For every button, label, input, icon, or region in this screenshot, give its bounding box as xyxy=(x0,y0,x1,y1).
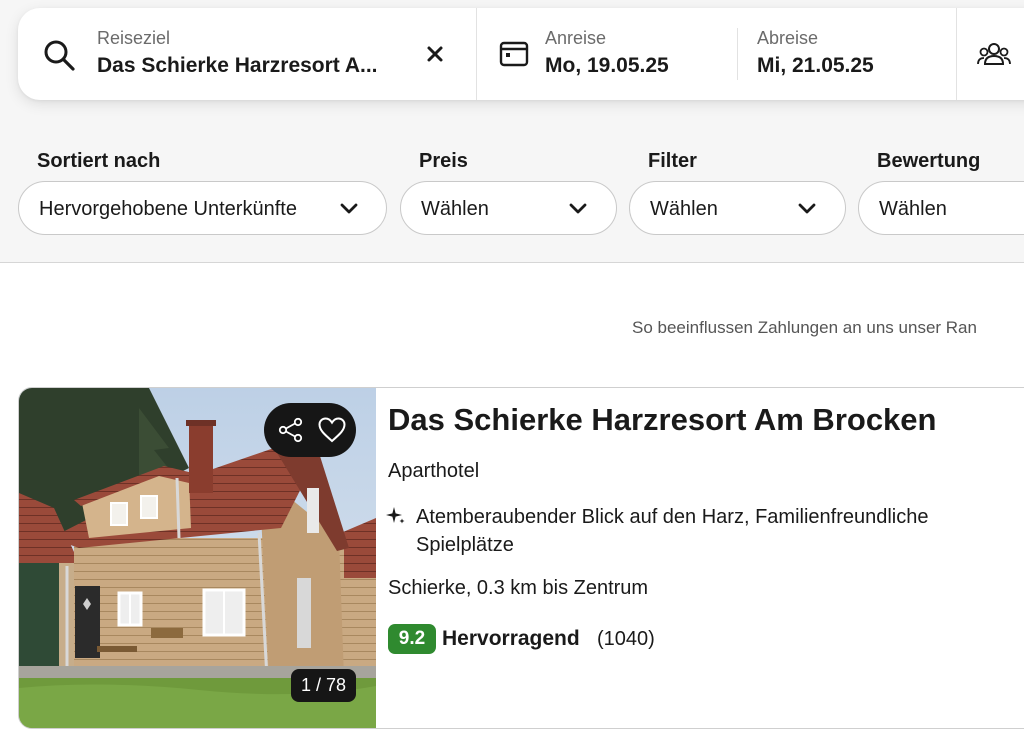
photo-counter: 1 / 78 xyxy=(291,669,357,702)
sort-label: Sortiert nach xyxy=(37,150,161,172)
rating-label: Bewertung xyxy=(877,150,981,172)
price-label: Preis xyxy=(419,150,468,172)
checkout-field[interactable]: Abreise Mi, 21.05.25 xyxy=(738,8,956,100)
destination-value[interactable]: Das Schierke Harzresort A... xyxy=(97,54,378,78)
rating-word: Hervorragend xyxy=(442,627,580,650)
chevron-down-icon xyxy=(569,203,587,214)
photo-actions xyxy=(264,403,356,457)
listing-title[interactable]: Das Schierke Harzresort Am Brocken xyxy=(388,402,936,438)
listing-type: Aparthotel xyxy=(388,460,480,482)
checkin-label: Anreise xyxy=(545,28,607,48)
filter-label: Filter xyxy=(648,150,697,172)
destination-label: Reiseziel xyxy=(97,28,171,48)
chevron-down-icon xyxy=(340,203,358,214)
sort-dropdown[interactable]: Hervorgehobene Unterkünfte xyxy=(18,181,387,235)
chevron-down-icon xyxy=(798,203,816,214)
filter-value: Wählen xyxy=(650,198,718,220)
rating-score-badge: 9.2 xyxy=(388,624,436,654)
checkout-label: Abreise xyxy=(757,28,819,48)
sparkle-icon xyxy=(386,507,405,524)
checkin-value[interactable]: Mo, 19.05.25 xyxy=(545,54,669,78)
guests-field[interactable] xyxy=(957,8,1024,100)
listing-photo[interactable]: 1 / 78 xyxy=(19,388,376,728)
checkout-value[interactable]: Mi, 21.05.25 xyxy=(757,54,874,78)
search-bar: Reiseziel Das Schierke Harzresort A... A… xyxy=(18,8,1024,100)
ranking-notice-link[interactable]: So beeinflussen Zahlungen an uns unser R… xyxy=(632,318,977,338)
guests-icon xyxy=(977,43,1011,65)
section-divider xyxy=(0,262,1024,263)
checkin-field[interactable]: Anreise Mo, 19.05.25 xyxy=(477,8,737,100)
heart-icon[interactable] xyxy=(318,417,346,443)
destination-field[interactable]: Reiseziel Das Schierke Harzresort A... xyxy=(18,8,476,100)
price-dropdown[interactable]: Wählen xyxy=(400,181,617,235)
search-icon xyxy=(44,40,75,71)
rating-value: Wählen xyxy=(879,198,947,220)
price-value: Wählen xyxy=(421,198,489,220)
sort-value: Hervorgehobene Unterkünfte xyxy=(39,198,297,220)
calendar-icon xyxy=(499,41,529,67)
review-count: (1040) xyxy=(597,628,655,650)
share-icon[interactable] xyxy=(278,417,304,443)
listing-location: Schierke, 0.3 km bis Zentrum xyxy=(388,577,649,599)
rating-dropdown[interactable]: Wählen xyxy=(858,181,1024,235)
listing-highlight: Atemberaubender Blick auf den Harz, Fami… xyxy=(416,506,929,556)
close-icon[interactable] xyxy=(426,45,444,63)
filter-dropdown[interactable]: Wählen xyxy=(629,181,846,235)
